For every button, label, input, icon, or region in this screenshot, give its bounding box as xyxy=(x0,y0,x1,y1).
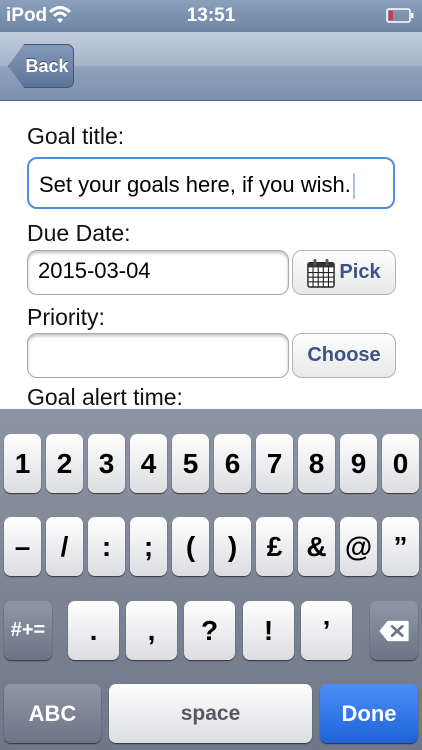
key-semicolon[interactable]: ; xyxy=(130,517,167,576)
pick-date-button[interactable]: Pick xyxy=(292,250,396,295)
abc-key[interactable]: ABC xyxy=(4,684,101,743)
key-comma[interactable]: , xyxy=(126,601,177,660)
goal-title-label: Goal title: xyxy=(27,123,125,149)
due-date-label: Due Date: xyxy=(27,220,131,246)
priority-label: Priority: xyxy=(27,304,105,330)
key-slash[interactable]: / xyxy=(46,517,83,576)
text-cursor xyxy=(352,173,355,200)
key-at[interactable]: @ xyxy=(340,517,377,576)
space-key[interactable]: space xyxy=(109,684,312,743)
back-button[interactable]: Back xyxy=(8,44,74,88)
key-apostrophe[interactable]: ’ xyxy=(301,601,352,660)
priority-input[interactable] xyxy=(27,333,289,378)
key-ampersand[interactable]: & xyxy=(298,517,335,576)
navigation-bar: Back xyxy=(0,32,422,101)
more-symbols-key[interactable]: #+= xyxy=(4,601,52,660)
keyboard: 1234567890 – /:;() £ & @” #+=.,?!’ ABC space… xyxy=(0,409,422,750)
due-date-value: 2015-03-04 xyxy=(38,258,151,283)
delete-key[interactable] xyxy=(370,601,418,660)
key-7[interactable]: 7 xyxy=(256,434,293,493)
goal-alert-time-label: Goal alert time: xyxy=(27,384,183,410)
pick-label: Pick xyxy=(339,261,381,284)
key-8[interactable]: 8 xyxy=(298,434,335,493)
goal-title-value: Set your goals here, if you wish. xyxy=(39,172,351,197)
key-colon[interactable]: : xyxy=(88,517,125,576)
status-time: 13:51 xyxy=(186,5,236,26)
due-date-input[interactable]: 2015-03-04 xyxy=(27,250,289,295)
key-4[interactable]: 4 xyxy=(130,434,167,493)
choose-priority-button[interactable]: Choose xyxy=(292,333,396,378)
battery-low-icon xyxy=(386,8,414,23)
key-dash[interactable]: – xyxy=(4,517,41,576)
key-pound[interactable]: £ xyxy=(256,517,293,576)
key-6[interactable]: 6 xyxy=(214,434,251,493)
key-quote[interactable]: ” xyxy=(382,517,419,576)
backspace-icon xyxy=(379,620,409,641)
key-question[interactable]: ? xyxy=(184,601,235,660)
key-5[interactable]: 5 xyxy=(172,434,209,493)
key-2[interactable]: 2 xyxy=(46,434,83,493)
key-exclamation[interactable]: ! xyxy=(243,601,294,660)
key-3[interactable]: 3 xyxy=(88,434,125,493)
app-screen: iPod 13:51 Back Goal title: Set your goa… xyxy=(0,0,422,750)
key-period[interactable]: . xyxy=(68,601,119,660)
calendar-icon xyxy=(307,258,336,288)
goal-title-input[interactable]: Set your goals here, if you wish. xyxy=(27,157,395,209)
key-9[interactable]: 9 xyxy=(340,434,377,493)
key-close-paren[interactable]: ) xyxy=(214,517,251,576)
key-0[interactable]: 0 xyxy=(382,434,419,493)
key-1[interactable]: 1 xyxy=(4,434,41,493)
done-key[interactable]: Done xyxy=(320,684,418,743)
key-open-paren[interactable]: ( xyxy=(172,517,209,576)
status-bar: iPod 13:51 xyxy=(0,0,422,32)
